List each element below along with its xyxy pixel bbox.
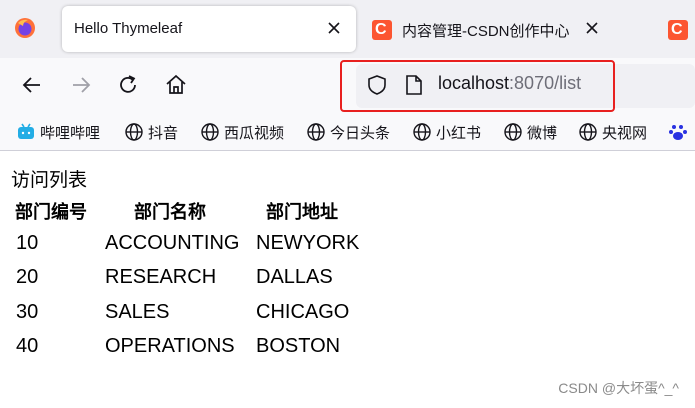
table-cell-dept-loc: DALLAS xyxy=(256,266,333,288)
globe-icon xyxy=(504,123,522,141)
table-cell-dept-no: 40 xyxy=(16,335,39,357)
table-cell-dept-name: OPERATIONS xyxy=(105,335,235,357)
table-cell-dept-name: SALES xyxy=(105,301,170,323)
bookmark-label: 小红书 xyxy=(436,125,482,142)
url-highlight-box xyxy=(340,60,615,112)
table-cell-dept-no: 30 xyxy=(16,301,39,323)
globe-icon xyxy=(201,123,219,141)
forward-arrow-icon[interactable] xyxy=(68,72,94,98)
bilibili-icon xyxy=(18,123,34,139)
table-cell-dept-no: 10 xyxy=(16,232,39,254)
reload-icon[interactable] xyxy=(115,72,141,98)
tab-csdn-partial[interactable]: C xyxy=(668,6,695,52)
tab-csdn[interactable]: C 内容管理-CSDN创作中心 xyxy=(372,6,602,52)
table-cell-dept-loc: NEWYORK xyxy=(256,232,360,254)
home-icon[interactable] xyxy=(163,72,189,98)
table-cell-dept-name: ACCOUNTING xyxy=(105,232,240,254)
close-icon[interactable] xyxy=(582,18,602,38)
table-header-dept-no: 部门编号 xyxy=(15,202,87,222)
bookmarks-bar: 哔哩哔哩 抖音 西瓜视频 今日头条 小红书 微博 央视网 xyxy=(0,114,695,151)
table-header-dept-loc: 部门地址 xyxy=(266,202,338,222)
table-cell-dept-no: 20 xyxy=(16,266,39,288)
globe-icon xyxy=(579,123,597,141)
bookmark-label: 央视网 xyxy=(602,125,648,142)
tab-strip: Hello Thymeleaf C 内容管理-CSDN创作中心 C xyxy=(0,0,695,58)
table-header-dept-name: 部门名称 xyxy=(134,202,206,222)
page-heading: 访问列表 xyxy=(11,170,88,191)
globe-icon xyxy=(307,123,325,141)
bookmark-label: 抖音 xyxy=(148,125,179,142)
page-content: 访问列表 部门编号 部门名称 部门地址 10 ACCOUNTING NEWYOR… xyxy=(0,151,695,408)
table-cell-dept-name: RESEARCH xyxy=(105,266,217,288)
globe-icon xyxy=(125,123,143,141)
tab-hello-thymeleaf[interactable]: Hello Thymeleaf xyxy=(62,6,356,52)
close-icon[interactable] xyxy=(324,18,344,38)
firefox-icon[interactable] xyxy=(14,17,36,39)
tab-title: 内容管理-CSDN创作中心 xyxy=(402,23,570,40)
baidu-icon[interactable] xyxy=(668,122,688,142)
csdn-icon: C xyxy=(668,20,688,40)
bookmark-label: 西瓜视频 xyxy=(224,125,285,142)
globe-icon xyxy=(413,123,431,141)
csdn-watermark: CSDN @大坏蛋^_^ xyxy=(558,380,679,396)
tab-title: Hello Thymeleaf xyxy=(74,20,183,37)
bookmark-label: 哔哩哔哩 xyxy=(40,125,101,142)
bookmark-label: 微博 xyxy=(527,125,558,142)
table-cell-dept-loc: CHICAGO xyxy=(256,301,350,323)
nav-toolbar: localhost:8070/list xyxy=(0,58,695,114)
csdn-icon: C xyxy=(372,20,392,40)
bookmark-label: 今日头条 xyxy=(330,125,391,142)
back-arrow-icon[interactable] xyxy=(19,72,45,98)
table-cell-dept-loc: BOSTON xyxy=(256,335,341,357)
